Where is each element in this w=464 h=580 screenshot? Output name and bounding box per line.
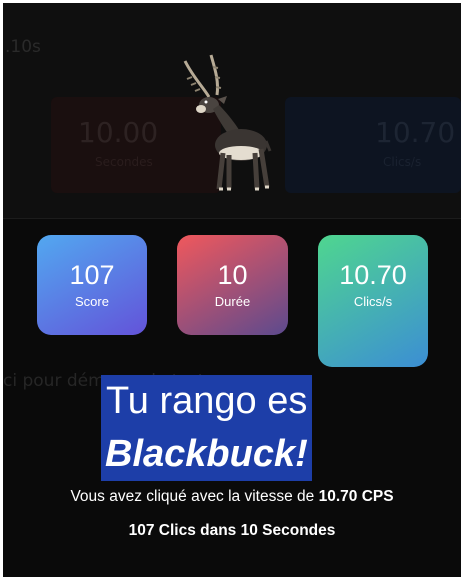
duration-label: Durée — [214, 294, 251, 309]
duration-value: 10 — [217, 260, 248, 290]
speed-summary: Vous avez cliqué avec la vitesse de 10.7… — [3, 488, 461, 506]
background-cps-value: 10.70 — [375, 116, 456, 149]
blackbuck-antelope-icon — [183, 54, 272, 191]
result-overlay: .10s 10.00 Secondes 10.70 Clics/s ci pou… — [3, 3, 461, 577]
clicks-summary: 107 Clics dans 10 Secondes — [128, 522, 336, 539]
background-timer-label: Secondes — [95, 155, 153, 169]
cps-label: Clics/s — [353, 294, 393, 309]
background-cps-label: Clics/s — [383, 155, 422, 169]
cps-value: 10.70 — [339, 260, 407, 290]
rank-headline: Tu rango es — [101, 375, 313, 427]
score-card: 107 Score — [37, 235, 147, 335]
duration-card: 10 Durée — [177, 235, 288, 335]
background-duration-hint: .10s — [5, 37, 41, 57]
speed-prefix: Vous avez cliqué avec la vitesse de — [70, 488, 315, 505]
cps-card: 10.70 Clics/s — [318, 235, 428, 367]
background-timer-value: 10.00 — [78, 116, 159, 149]
score-label: Score — [75, 294, 109, 309]
score-value: 107 — [69, 260, 115, 290]
rank-animal-name: Blackbuck! — [101, 427, 312, 481]
background-divider — [3, 218, 461, 219]
speed-value: 10.70 CPS — [318, 488, 394, 505]
